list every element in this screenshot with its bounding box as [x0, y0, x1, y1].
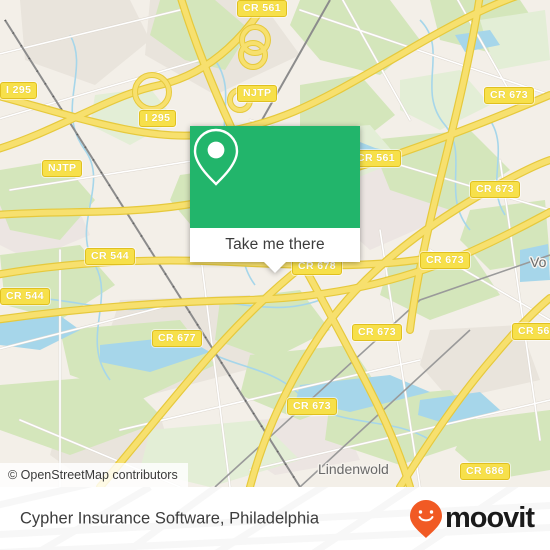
- road-shield: CR 673: [352, 324, 403, 341]
- road-shield: CR 673: [420, 252, 471, 269]
- road-shield: NJTP: [42, 160, 83, 177]
- road-shield: CR 561: [237, 0, 288, 17]
- map-screenshot: .g{fill:#d4e6bb;} .g2{fill:#e3eed6;} .bl…: [0, 0, 550, 550]
- road-shield: CR 686: [460, 463, 511, 480]
- moovit-brand[interactable]: moovit: [409, 499, 535, 539]
- moovit-wordmark: moovit: [444, 502, 535, 534]
- road-shield: CR 561: [512, 323, 550, 340]
- location-popup[interactable]: Take me there: [190, 126, 360, 273]
- popup-tail: [264, 262, 286, 273]
- take-me-there-label: Take me there: [225, 236, 325, 253]
- road-shield: CR 673: [287, 398, 338, 415]
- page-title: Cypher Insurance Software, Philadelphia: [20, 509, 320, 527]
- place-label: Vo: [530, 254, 547, 270]
- road-shield: CR 544: [85, 248, 136, 265]
- popup-header: [190, 126, 360, 228]
- popup-footer[interactable]: Take me there: [190, 228, 360, 273]
- road-shield: CR 673: [484, 87, 535, 104]
- place-label: Lindenwold: [318, 461, 389, 477]
- road-shield: CR 673: [470, 181, 521, 198]
- map-attribution[interactable]: © OpenStreetMap contributors: [0, 463, 188, 487]
- road-shield: I 295: [0, 82, 38, 99]
- road-shield: NJTP: [237, 85, 278, 102]
- map-canvas[interactable]: .g{fill:#d4e6bb;} .g2{fill:#e3eed6;} .bl…: [0, 0, 550, 487]
- road-shield: CR 544: [0, 288, 51, 305]
- road-shield: I 295: [139, 110, 177, 127]
- moovit-smiley-pin-icon: [409, 499, 442, 538]
- road-shield: CR 677: [152, 330, 203, 347]
- bottom-bar: Cypher Insurance Software, Philadelphia …: [0, 487, 550, 550]
- map-pin-icon: [193, 128, 239, 186]
